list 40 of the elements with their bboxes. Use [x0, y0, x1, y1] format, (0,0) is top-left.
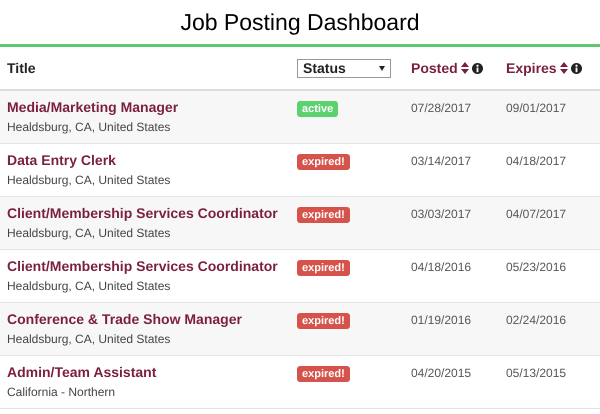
- column-header: Title: [6, 60, 37, 76]
- job-location: Healdsburg, CA, United States: [7, 279, 172, 293]
- posted-date: 07/28/2017: [411, 101, 472, 115]
- job-location: California - Northern: [7, 385, 116, 399]
- status-badge: active: [297, 101, 338, 117]
- job-location: Healdsburg, CA, United States: [7, 120, 172, 134]
- job-location: Healdsburg, CA, United States: [7, 332, 172, 346]
- expires-date: 05/23/2016: [506, 260, 566, 274]
- status-badge: expired!: [297, 260, 350, 276]
- status-badge: expired!: [297, 154, 350, 170]
- job-title-link[interactable]: Admin/Team Assistant: [7, 364, 290, 380]
- posted-date: 04/18/2016: [411, 260, 472, 274]
- sort-icon[interactable]: [560, 62, 568, 74]
- expires-date: 09/01/2017: [506, 101, 566, 115]
- job-title-link[interactable]: Data Entry Clerk: [7, 152, 290, 168]
- page-title: Job Posting Dashboard: [179, 8, 421, 37]
- posted-date: 03/14/2017: [411, 154, 472, 168]
- expires-date: 05/13/2015: [506, 366, 566, 380]
- expires-sort-link[interactable]: Expires: [506, 60, 557, 76]
- posted-date: 04/20/2015: [411, 366, 472, 380]
- job-title-link[interactable]: Client/Membership Services Coordinator: [7, 258, 290, 274]
- info-icon[interactable]: [570, 62, 582, 74]
- expires-date: 02/24/2016: [506, 313, 566, 327]
- job-title-link[interactable]: Client/Membership Services Coordinator: [7, 205, 290, 221]
- job-location: Healdsburg, CA, United States: [7, 173, 172, 187]
- status-dropdown[interactable]: Status: [297, 58, 391, 78]
- info-icon[interactable]: [472, 62, 483, 74]
- caret-icon: [379, 66, 385, 70]
- job-location: Healdsburg, CA, United States: [7, 226, 172, 240]
- expires-date: 04/18/2017: [506, 154, 566, 168]
- status-badge: expired!: [297, 207, 350, 223]
- status-badge: expired!: [297, 366, 350, 382]
- job-title-link[interactable]: Media/Marketing Manager: [7, 99, 290, 115]
- expires-date: 04/07/2017: [506, 207, 566, 221]
- status-badge: expired!: [297, 313, 350, 329]
- sort-icon[interactable]: [460, 62, 469, 74]
- job-title-link[interactable]: Conference & Trade Show Manager: [7, 311, 290, 327]
- posted-date: 03/03/2017: [411, 207, 472, 221]
- posted-sort-link[interactable]: Posted: [411, 60, 458, 76]
- posted-date: 01/19/2016: [411, 313, 472, 327]
